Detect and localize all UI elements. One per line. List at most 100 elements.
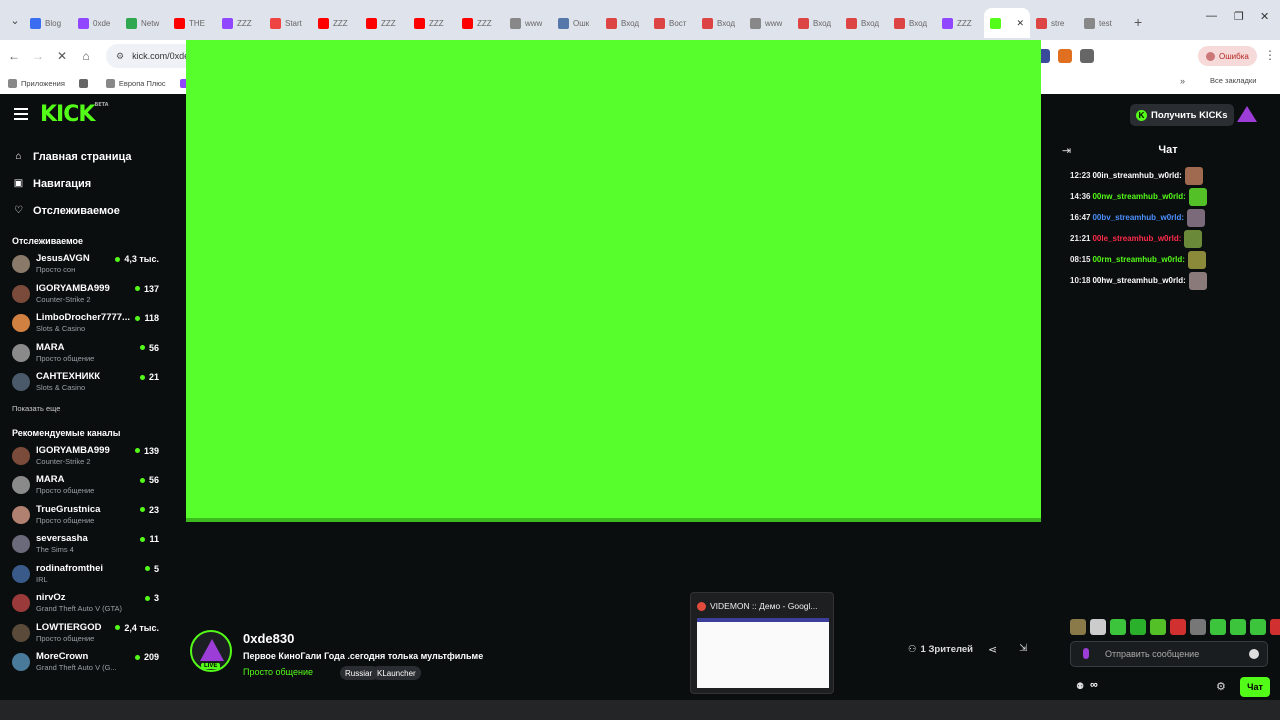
channel-item[interactable]: САНТЕХНИКК Slots & Casino 21 [0,368,176,398]
quick-emote[interactable] [1170,619,1186,635]
quick-emote[interactable] [1250,619,1266,635]
browser-tab[interactable]: ZZZ [312,8,360,38]
channel-item[interactable]: TrueGrustnica Просто общение 23 [0,501,176,531]
tab-search-icon[interactable]: ⌄ [6,11,24,29]
tag-klauncher[interactable]: KLauncher [372,666,421,680]
send-chat-button[interactable]: Чат [1240,677,1270,697]
get-kicks-button[interactable]: K Получить KICKs [1130,104,1234,126]
bookmark-item[interactable]: Приложения [8,78,65,88]
channel-item[interactable]: IGORYAMBA999 Counter-Strike 2 139 [0,442,176,472]
browser-tab[interactable]: Вост [648,8,696,38]
user-avatar[interactable] [1237,106,1257,122]
chat-username[interactable]: 00rm_streamhub_w0rld: [1092,255,1184,264]
maximize-icon[interactable]: ❐ [1234,10,1244,23]
browser-tab[interactable]: test [1078,8,1126,38]
bookmark-item[interactable]: Европа Плюс [105,78,166,88]
quick-emote[interactable] [1270,619,1280,635]
browser-tab[interactable]: ZZZ [216,8,264,38]
channel-item[interactable]: MoreCrown Grand Theft Auto V (G... 209 [0,648,176,678]
emoji-icon[interactable] [1249,649,1259,659]
chat-input[interactable]: Отправить сообщение [1070,641,1268,667]
browser-tab[interactable]: www [744,8,792,38]
browser-tab[interactable]: ✕ [984,8,1030,38]
browser-tab[interactable]: Вход [792,8,840,38]
quick-emote[interactable] [1090,619,1106,635]
kick-logo[interactable]: KICKBETA [40,102,109,127]
browser-tab[interactable]: ZZZ [408,8,456,38]
menu-kebab-icon[interactable]: ⋮ [1264,48,1276,62]
quick-emote[interactable] [1210,619,1226,635]
browser-tab[interactable]: Вход [696,8,744,38]
quick-emote[interactable] [1190,619,1206,635]
browser-tab[interactable]: Start [264,8,312,38]
forward-icon[interactable]: → [26,49,50,63]
close-window-icon[interactable]: ✕ [1260,10,1269,23]
quick-emote[interactable] [1230,619,1246,635]
main-nav-item[interactable]: ▣ Навигация [0,170,176,197]
share-icon[interactable]: ⋖ [988,643,997,656]
streamer-name[interactable]: 0xde830 [243,631,294,646]
browser-tab[interactable]: ZZZ [936,8,984,38]
channel-item[interactable]: LOWTIERGOD Просто общение 2,4 тыс. [0,619,176,649]
channel-viewers: 137 [135,284,159,294]
bookmark-item[interactable] [78,78,92,88]
stream-category[interactable]: Просто общение [243,667,313,677]
browser-tab[interactable]: www [504,8,552,38]
chat-username[interactable]: 00le_streamhub_w0rld: [1092,234,1181,243]
channel-item[interactable]: MARA Просто общение 56 [0,471,176,501]
minimize-icon[interactable]: — [1206,10,1217,22]
channel-item[interactable]: JesusAVGN Просто сон 4,3 тыс. [0,250,176,280]
channel-viewers: 56 [140,475,159,485]
follow-icon[interactable]: ⇲ [1019,643,1027,654]
quick-emote[interactable] [1130,619,1146,635]
browser-tab[interactable]: THE [168,8,216,38]
chat-username[interactable]: 00nw_streamhub_w0rld: [1092,192,1185,201]
browser-tab[interactable]: Blog [24,8,72,38]
browser-tab[interactable]: Netw [120,8,168,38]
extension-icon[interactable] [1080,49,1094,63]
stop-icon[interactable]: ✕ [50,49,74,63]
browser-tab[interactable]: ZZZ [360,8,408,38]
bookmarks-overflow-icon[interactable]: » [1180,76,1185,86]
show-more-link[interactable]: Показать еще [0,404,176,416]
browser-tab[interactable]: Вход [840,8,888,38]
browser-tab[interactable]: 0xde [72,8,120,38]
browser-tab[interactable]: stre [1030,8,1078,38]
chat-username[interactable]: 00in_streamhub_w0rld: [1092,171,1181,180]
channel-item[interactable]: nirvOz Grand Theft Auto V (GTA) 3 [0,589,176,619]
browser-tab[interactable]: Вход [600,8,648,38]
chat-settings-icon[interactable]: ⚙ [1216,680,1226,693]
extension-icon[interactable] [1058,49,1072,63]
tab-favicon-icon [750,17,761,29]
site-info-icon[interactable]: ⚙ [116,51,124,62]
quick-emote[interactable] [1110,619,1126,635]
recommended-section-title: Рекомендуемые каналы [12,427,121,438]
mic-icon[interactable] [1083,648,1089,659]
tab-favicon-icon [990,17,1001,29]
channel-item[interactable]: IGORYAMBA999 Counter-Strike 2 137 [0,280,176,310]
browser-tab[interactable]: ZZZ [456,8,504,38]
channel-item[interactable]: seversasha The Sims 4 11 [0,530,176,560]
browser-tab[interactable]: Ошк [552,8,600,38]
quick-emote[interactable] [1070,619,1086,635]
new-tab-button[interactable]: + [1134,14,1142,30]
main-nav-item[interactable]: ♡ Отслеживаемое [0,197,176,224]
profile-error-button[interactable]: Ошибка [1198,46,1257,66]
window-preview-tooltip[interactable]: VIDEMON :: Демо - Googl... [690,592,834,694]
chat-username[interactable]: 00bv_streamhub_w0rld: [1092,213,1184,222]
channel-item[interactable]: rodinafromthei IRL 5 [0,560,176,590]
video-player[interactable] [186,40,1041,522]
main-nav-item[interactable]: ⌂ Главная страница [0,143,176,170]
chat-username[interactable]: 00hw_streamhub_w0rld: [1092,276,1185,285]
chat-users-icon[interactable]: ⚉ [1076,681,1084,692]
channel-item[interactable]: LimboDrocher7777... Slots & Casino 118 [0,309,176,339]
hamburger-menu-icon[interactable] [14,108,28,120]
back-icon[interactable]: ← [2,49,26,63]
close-tab-icon[interactable]: ✕ [1016,18,1024,29]
channel-item[interactable]: MARA Просто общение 56 [0,339,176,369]
all-bookmarks-link[interactable]: Все закладки [1210,76,1256,85]
quick-emote[interactable] [1150,619,1166,635]
channel-name: САНТЕХНИКК [36,371,101,382]
browser-tab[interactable]: Вход [888,8,936,38]
home-browser-icon[interactable]: ⌂ [74,49,98,63]
